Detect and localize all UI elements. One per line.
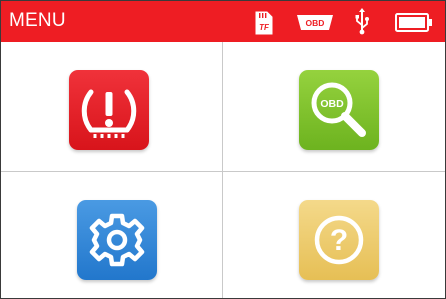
horizontal-divider — [1, 171, 445, 172]
top-bar: MENU TF OBD — [1, 1, 445, 42]
menu-title: MENU — [9, 10, 66, 31]
obd-icon-label: OBD — [320, 98, 344, 110]
menu-item-obd[interactable]: OBD — [223, 42, 444, 170]
obd-connector-label: OBD — [306, 18, 325, 28]
sd-card-label: TF — [259, 23, 270, 32]
tire-pressure-warning-icon[interactable] — [69, 70, 149, 150]
obd-search-icon[interactable]: OBD — [299, 70, 379, 150]
device-screen: MENU TF OBD OBD ? — [0, 0, 446, 299]
menu-item-settings[interactable] — [1, 173, 222, 298]
help-icon-glyph: ? — [330, 224, 348, 257]
menu-item-help[interactable]: ? — [223, 173, 444, 298]
sd-card-icon: TF — [255, 11, 273, 35]
gear-icon[interactable] — [77, 200, 157, 280]
battery-icon — [395, 13, 432, 32]
obd-connector-icon: OBD — [297, 15, 333, 30]
menu-item-tpms[interactable] — [1, 42, 222, 170]
menu-grid: OBD ? — [1, 42, 445, 298]
help-icon[interactable]: ? — [299, 200, 379, 280]
usb-icon — [355, 8, 369, 35]
